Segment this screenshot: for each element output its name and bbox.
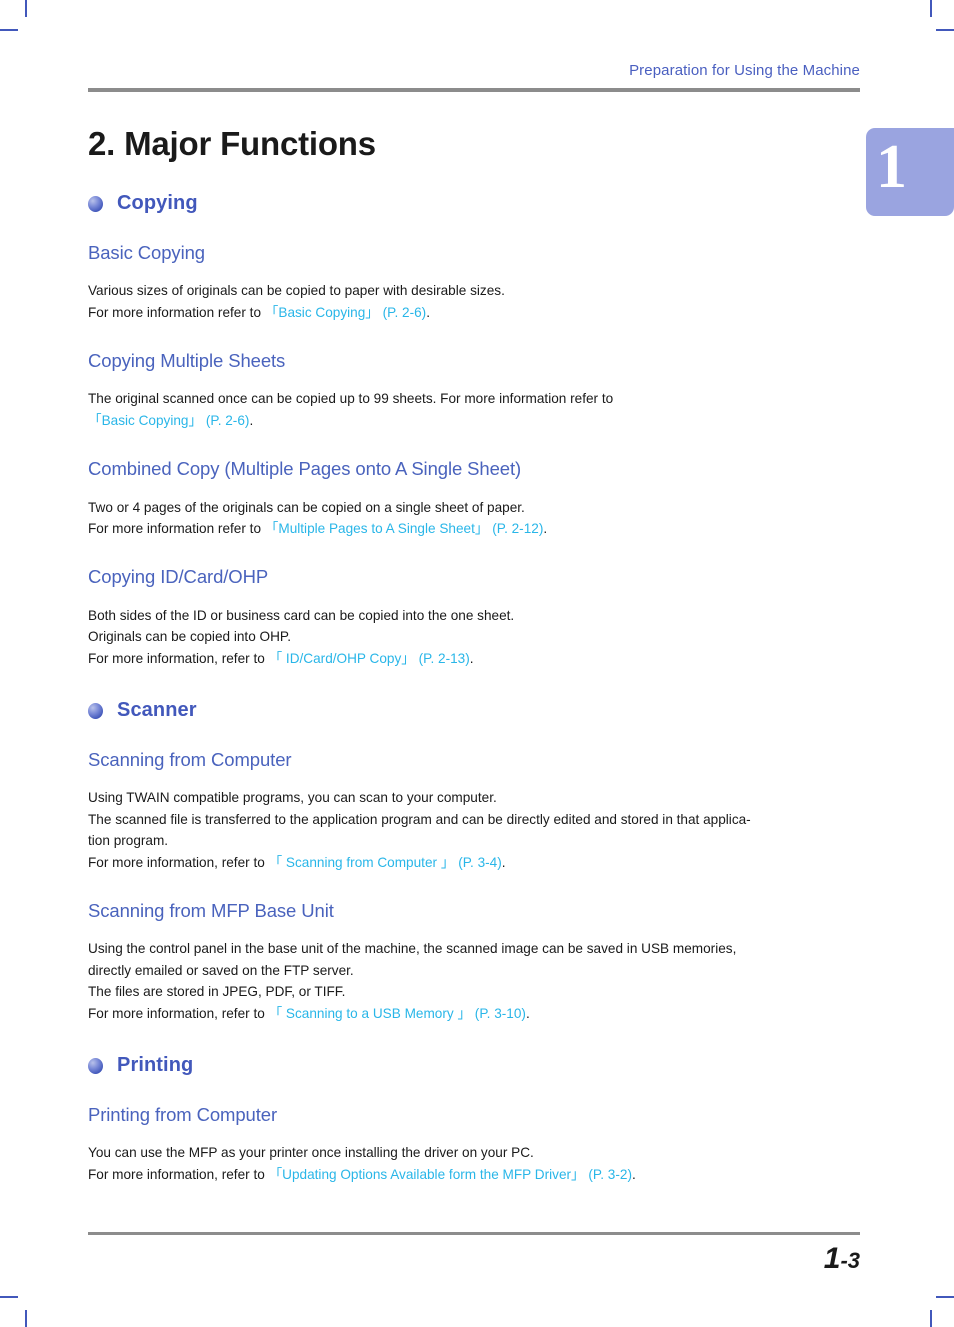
paragraph-text: For more information refer to (88, 521, 265, 537)
cross-reference-link[interactable]: 「 Scanning from Computer 」 (P. 3-4) (269, 855, 502, 870)
paragraph-text: . (469, 650, 474, 666)
subsection-paragraph: The original scanned once can be copied … (88, 388, 868, 431)
section-title: Printing (117, 1054, 194, 1077)
running-header-title: Preparation for Using the Machine (629, 62, 860, 79)
crop-mark-top-left-horizontal (0, 29, 18, 31)
subsection-paragraph: Two or 4 pages of the originals can be c… (88, 497, 868, 540)
subsection-heading: Scanning from MFP Base Unit (88, 900, 334, 922)
paragraph-text: Using the control panel in the base unit… (88, 941, 737, 957)
subsection-heading: Copying Multiple Sheets (88, 350, 286, 372)
cross-reference-link[interactable]: 「Basic Copying」 (P. 2-6) (265, 305, 426, 320)
section: Copying Basic Copying Various sizes of ori… (88, 192, 868, 669)
subsection-heading: Scanning from Computer (88, 749, 292, 771)
subsection-paragraph: Both sides of the ID or business card ca… (88, 605, 868, 669)
paragraph-text: The scanned file is transferred to the a… (88, 811, 751, 827)
page-number: 1-3 (88, 1242, 860, 1276)
subsection-paragraph: Using the control panel in the base unit… (88, 938, 868, 1024)
section-heading: Copying (88, 192, 868, 215)
paragraph-text: . (426, 304, 430, 320)
paragraph-text: Various sizes of originals can be copied… (88, 283, 505, 299)
page-title: 2. Major Functions (88, 125, 376, 162)
bullet-sphere-icon (88, 702, 103, 719)
chapter-number-label: 1 (876, 133, 907, 201)
crop-mark-top-right-horizontal (936, 29, 954, 31)
page-footer: 1-3 (88, 1232, 860, 1276)
subsection-heading: Printing from Computer (88, 1104, 278, 1126)
crop-mark-bottom-right-horizontal (936, 1296, 954, 1298)
page-content: 2. Major Functions Copying Basic Copying V… (88, 125, 868, 1185)
page-number-minor: -3 (840, 1248, 860, 1273)
paragraph-text: The files are stored in JPEG, PDF, or TI… (88, 984, 346, 1000)
paragraph-text: The original scanned once can be copied … (88, 391, 614, 407)
subsection-heading: Basic Copying (88, 242, 205, 264)
paragraph-text: Using TWAIN compatible programs, you can… (88, 790, 497, 806)
paragraph-text: directly emailed or saved on the FTP ser… (88, 962, 354, 978)
paragraph-text: tion program. (88, 833, 169, 849)
section-title: Copying (117, 192, 198, 215)
cross-reference-link[interactable]: 「Basic Copying」 (P. 2-6) (88, 413, 249, 428)
paragraph-text: For more information refer to (88, 304, 265, 320)
section-heading: Printing (88, 1054, 868, 1077)
crop-mark-bottom-left-horizontal (0, 1296, 18, 1298)
subsection-heading: Copying ID/Card/OHP (88, 566, 269, 588)
paragraph-text: For more information, refer to (88, 650, 269, 666)
paragraph-text: For more information, refer to (88, 1166, 269, 1182)
paragraph-text: . (501, 854, 506, 870)
section: Scanner Scanning from Computer Using TWAIN… (88, 699, 868, 1024)
chapter-thumb-tab: 1 (866, 128, 954, 216)
paragraph-text: . (543, 521, 548, 537)
cross-reference-link[interactable]: 「Updating Options Available form the MFP… (269, 1167, 632, 1182)
paragraph-text: For more information, refer to (88, 854, 269, 870)
cross-reference-link[interactable]: 「 Scanning to a USB Memory 」 (P. 3-10) (269, 1006, 526, 1021)
paragraph-text: . (249, 412, 254, 428)
crop-mark-top-left-vertical (25, 0, 27, 17)
cross-reference-link[interactable]: 「 ID/Card/OHP Copy」 (P. 2-13) (269, 651, 470, 666)
running-header: Preparation for Using the Machine (88, 62, 860, 92)
paragraph-text: . (631, 1166, 636, 1182)
paragraph-text: For more information, refer to (88, 1005, 269, 1021)
crop-mark-bottom-right-vertical (930, 1310, 932, 1327)
subsection-paragraph: You can use the MFP as your printer once… (88, 1142, 868, 1185)
footer-divider (88, 1232, 860, 1235)
paragraph-text: You can use the MFP as your printer once… (88, 1145, 534, 1161)
paragraph-text: . (525, 1005, 530, 1021)
paragraph-text: Two or 4 pages of the originals can be c… (88, 499, 525, 515)
paragraph-text: Both sides of the ID or business card ca… (88, 607, 515, 623)
bullet-sphere-icon (88, 195, 103, 212)
crop-mark-bottom-left-vertical (25, 1310, 27, 1327)
section-heading: Scanner (88, 699, 868, 722)
paragraph-text: Originals can be copied into OHP. (88, 629, 292, 645)
section-title: Scanner (117, 699, 197, 722)
subsection-heading: Combined Copy (Multiple Pages onto A Sin… (88, 458, 522, 480)
cross-reference-link[interactable]: 「Multiple Pages to A Single Sheet」 (P. 2… (265, 521, 544, 536)
sections-container: Copying Basic Copying Various sizes of ori… (88, 192, 868, 1185)
subsection-paragraph: Using TWAIN compatible programs, you can… (88, 787, 868, 873)
header-divider (88, 88, 860, 92)
page-number-major: 1 (823, 1242, 841, 1275)
subsection-paragraph: Various sizes of originals can be copied… (88, 280, 868, 323)
bullet-sphere-icon (88, 1057, 103, 1074)
section: Printing Printing from Computer You can us… (88, 1054, 868, 1185)
crop-mark-top-right-vertical (930, 0, 932, 17)
document-page: Preparation for Using the Machine 1 2. M… (0, 0, 954, 1327)
